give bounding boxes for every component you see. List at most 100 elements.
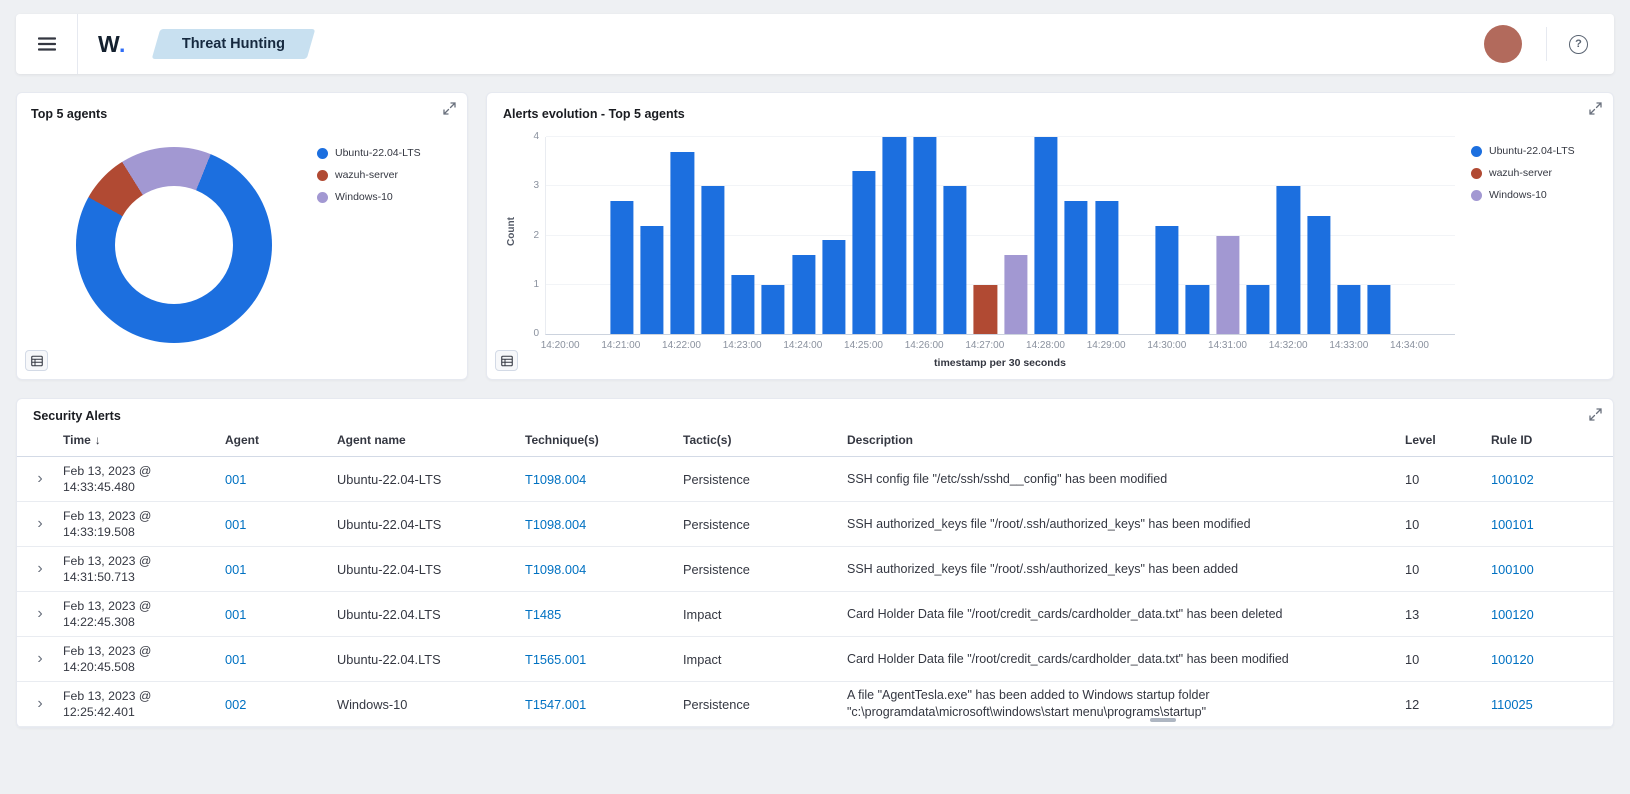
technique-link[interactable]: T1485	[525, 602, 683, 627]
agent-id-link[interactable]: 001	[225, 602, 337, 627]
bar[interactable]	[1337, 284, 1361, 334]
alerts-evolution-panel: Alerts evolution - Top 5 agents Count 01…	[486, 92, 1614, 380]
bar[interactable]	[731, 274, 755, 334]
legend-label: wazuh-server	[1489, 167, 1553, 179]
rule-id-link[interactable]: 100120	[1491, 647, 1599, 672]
agent-id-link[interactable]: 001	[225, 647, 337, 672]
bar[interactable]	[761, 284, 785, 334]
bar[interactable]	[1064, 201, 1088, 334]
inspect-data-button[interactable]	[495, 350, 518, 371]
bar[interactable]	[1216, 235, 1240, 334]
expand-panel-button[interactable]	[1589, 102, 1602, 115]
bar[interactable]	[1367, 284, 1391, 334]
bar[interactable]	[1034, 137, 1058, 334]
security-alerts-panel: Security Alerts Time ↓ Agent Agent name T…	[16, 398, 1614, 728]
technique-link[interactable]: T1098.004	[525, 557, 683, 582]
rule-id-link[interactable]: 100101	[1491, 512, 1599, 537]
row-expand-button[interactable]: ›	[17, 651, 63, 667]
help-button[interactable]: ?	[1569, 34, 1588, 54]
legend-item[interactable]: Windows-10	[1471, 189, 1597, 201]
agent-id-link[interactable]: 002	[225, 692, 337, 717]
column-header-agent-name[interactable]: Agent name	[337, 433, 525, 447]
hamburger-menu-button[interactable]	[16, 14, 78, 74]
inspect-data-button[interactable]	[25, 350, 48, 371]
alert-table-row: › Feb 13, 2023 @12:25:42.401 002 Windows-10…	[17, 682, 1613, 727]
technique-link[interactable]: T1098.004	[525, 467, 683, 492]
chevron-right-icon: ›	[37, 650, 43, 667]
logo-dot: .	[118, 30, 126, 57]
level-cell: 12	[1405, 696, 1420, 712]
technique-link[interactable]: T1547.001	[525, 692, 683, 717]
row-expand-button[interactable]: ›	[17, 696, 63, 712]
rule-id-link[interactable]: 100100	[1491, 557, 1599, 582]
bar[interactable]	[913, 137, 937, 334]
bar[interactable]	[791, 255, 816, 334]
legend-item[interactable]: wazuh-server	[317, 169, 453, 181]
bar[interactable]	[882, 137, 907, 334]
bars-legend: Ubuntu-22.04-LTS wazuh-server Windows-10	[1455, 123, 1597, 369]
column-header-rule-id[interactable]: Rule ID	[1491, 433, 1599, 447]
x-tick-label: 14:25:00	[844, 340, 883, 351]
agent-id-link[interactable]: 001	[225, 557, 337, 582]
agent-name-cell: Ubuntu-22.04.LTS	[337, 651, 441, 667]
donut-chart[interactable]	[76, 147, 272, 343]
bar[interactable]	[1185, 284, 1210, 334]
bar[interactable]	[943, 186, 967, 334]
column-header-time[interactable]: Time ↓	[63, 433, 225, 447]
breadcrumb[interactable]: Threat Hunting	[151, 29, 316, 59]
x-tick-label: 14:32:00	[1268, 340, 1308, 351]
horizontal-scrollbar-thumb[interactable]	[1150, 718, 1177, 722]
y-axis-label: Count	[505, 217, 517, 247]
column-header-technique[interactable]: Technique(s)	[525, 433, 683, 447]
tactic-cell: Persistence	[683, 516, 750, 532]
x-axis-title: timestamp per 30 seconds	[934, 357, 1066, 369]
bar[interactable]	[701, 186, 725, 334]
bar[interactable]	[852, 171, 876, 334]
y-tick-label: 1	[533, 278, 539, 290]
technique-link[interactable]: T1565.001	[525, 647, 683, 672]
column-header-level[interactable]: Level	[1405, 433, 1491, 447]
expand-panel-button[interactable]	[1589, 408, 1602, 421]
rule-id-link[interactable]: 100102	[1491, 467, 1599, 492]
technique-link[interactable]: T1098.004	[525, 512, 683, 537]
bar[interactable]	[610, 201, 634, 334]
row-expand-button[interactable]: ›	[17, 516, 63, 532]
expand-icon	[1589, 408, 1602, 421]
bar[interactable]	[973, 284, 997, 334]
row-expand-button[interactable]: ›	[17, 471, 63, 487]
panel-title: Alerts evolution - Top 5 agents	[503, 107, 685, 121]
legend-item[interactable]: Ubuntu-22.04-LTS	[317, 147, 453, 159]
legend-item[interactable]: Ubuntu-22.04-LTS	[1471, 145, 1597, 157]
legend-label: Windows-10	[335, 191, 393, 203]
time-cell: Feb 13, 2023 @14:22:45.308	[63, 598, 152, 629]
agent-id-link[interactable]: 001	[225, 512, 337, 537]
legend-item[interactable]: Windows-10	[317, 191, 453, 203]
bar[interactable]	[1004, 255, 1028, 334]
wazuh-logo[interactable]: W.	[98, 31, 126, 58]
row-expand-button[interactable]: ›	[17, 606, 63, 622]
row-expand-button[interactable]: ›	[17, 561, 63, 577]
legend-swatch-icon	[1471, 189, 1482, 201]
bar[interactable]	[1155, 225, 1179, 334]
legend-swatch-icon	[317, 147, 328, 159]
bar[interactable]	[1307, 215, 1331, 334]
rule-id-link[interactable]: 110025	[1491, 692, 1599, 717]
column-header-agent[interactable]: Agent	[225, 433, 337, 447]
expand-panel-button[interactable]	[443, 102, 456, 115]
bar[interactable]	[1094, 201, 1119, 334]
bar[interactable]	[1276, 186, 1300, 334]
bar[interactable]	[822, 240, 846, 334]
donut-chart-area	[31, 123, 317, 367]
avatar[interactable]	[1484, 25, 1522, 63]
chevron-right-icon: ›	[37, 470, 43, 487]
bar[interactable]	[640, 225, 664, 334]
bar[interactable]	[670, 151, 694, 334]
bar[interactable]	[1246, 284, 1270, 334]
rule-id-link[interactable]: 100120	[1491, 602, 1599, 627]
agent-id-link[interactable]: 001	[225, 467, 337, 492]
x-tick-label: 14:24:00	[783, 340, 823, 351]
column-header-tactic[interactable]: Tactic(s)	[683, 433, 847, 447]
legend-swatch-icon	[1471, 167, 1482, 179]
legend-item[interactable]: wazuh-server	[1471, 167, 1597, 179]
column-header-description[interactable]: Description	[847, 433, 1405, 447]
